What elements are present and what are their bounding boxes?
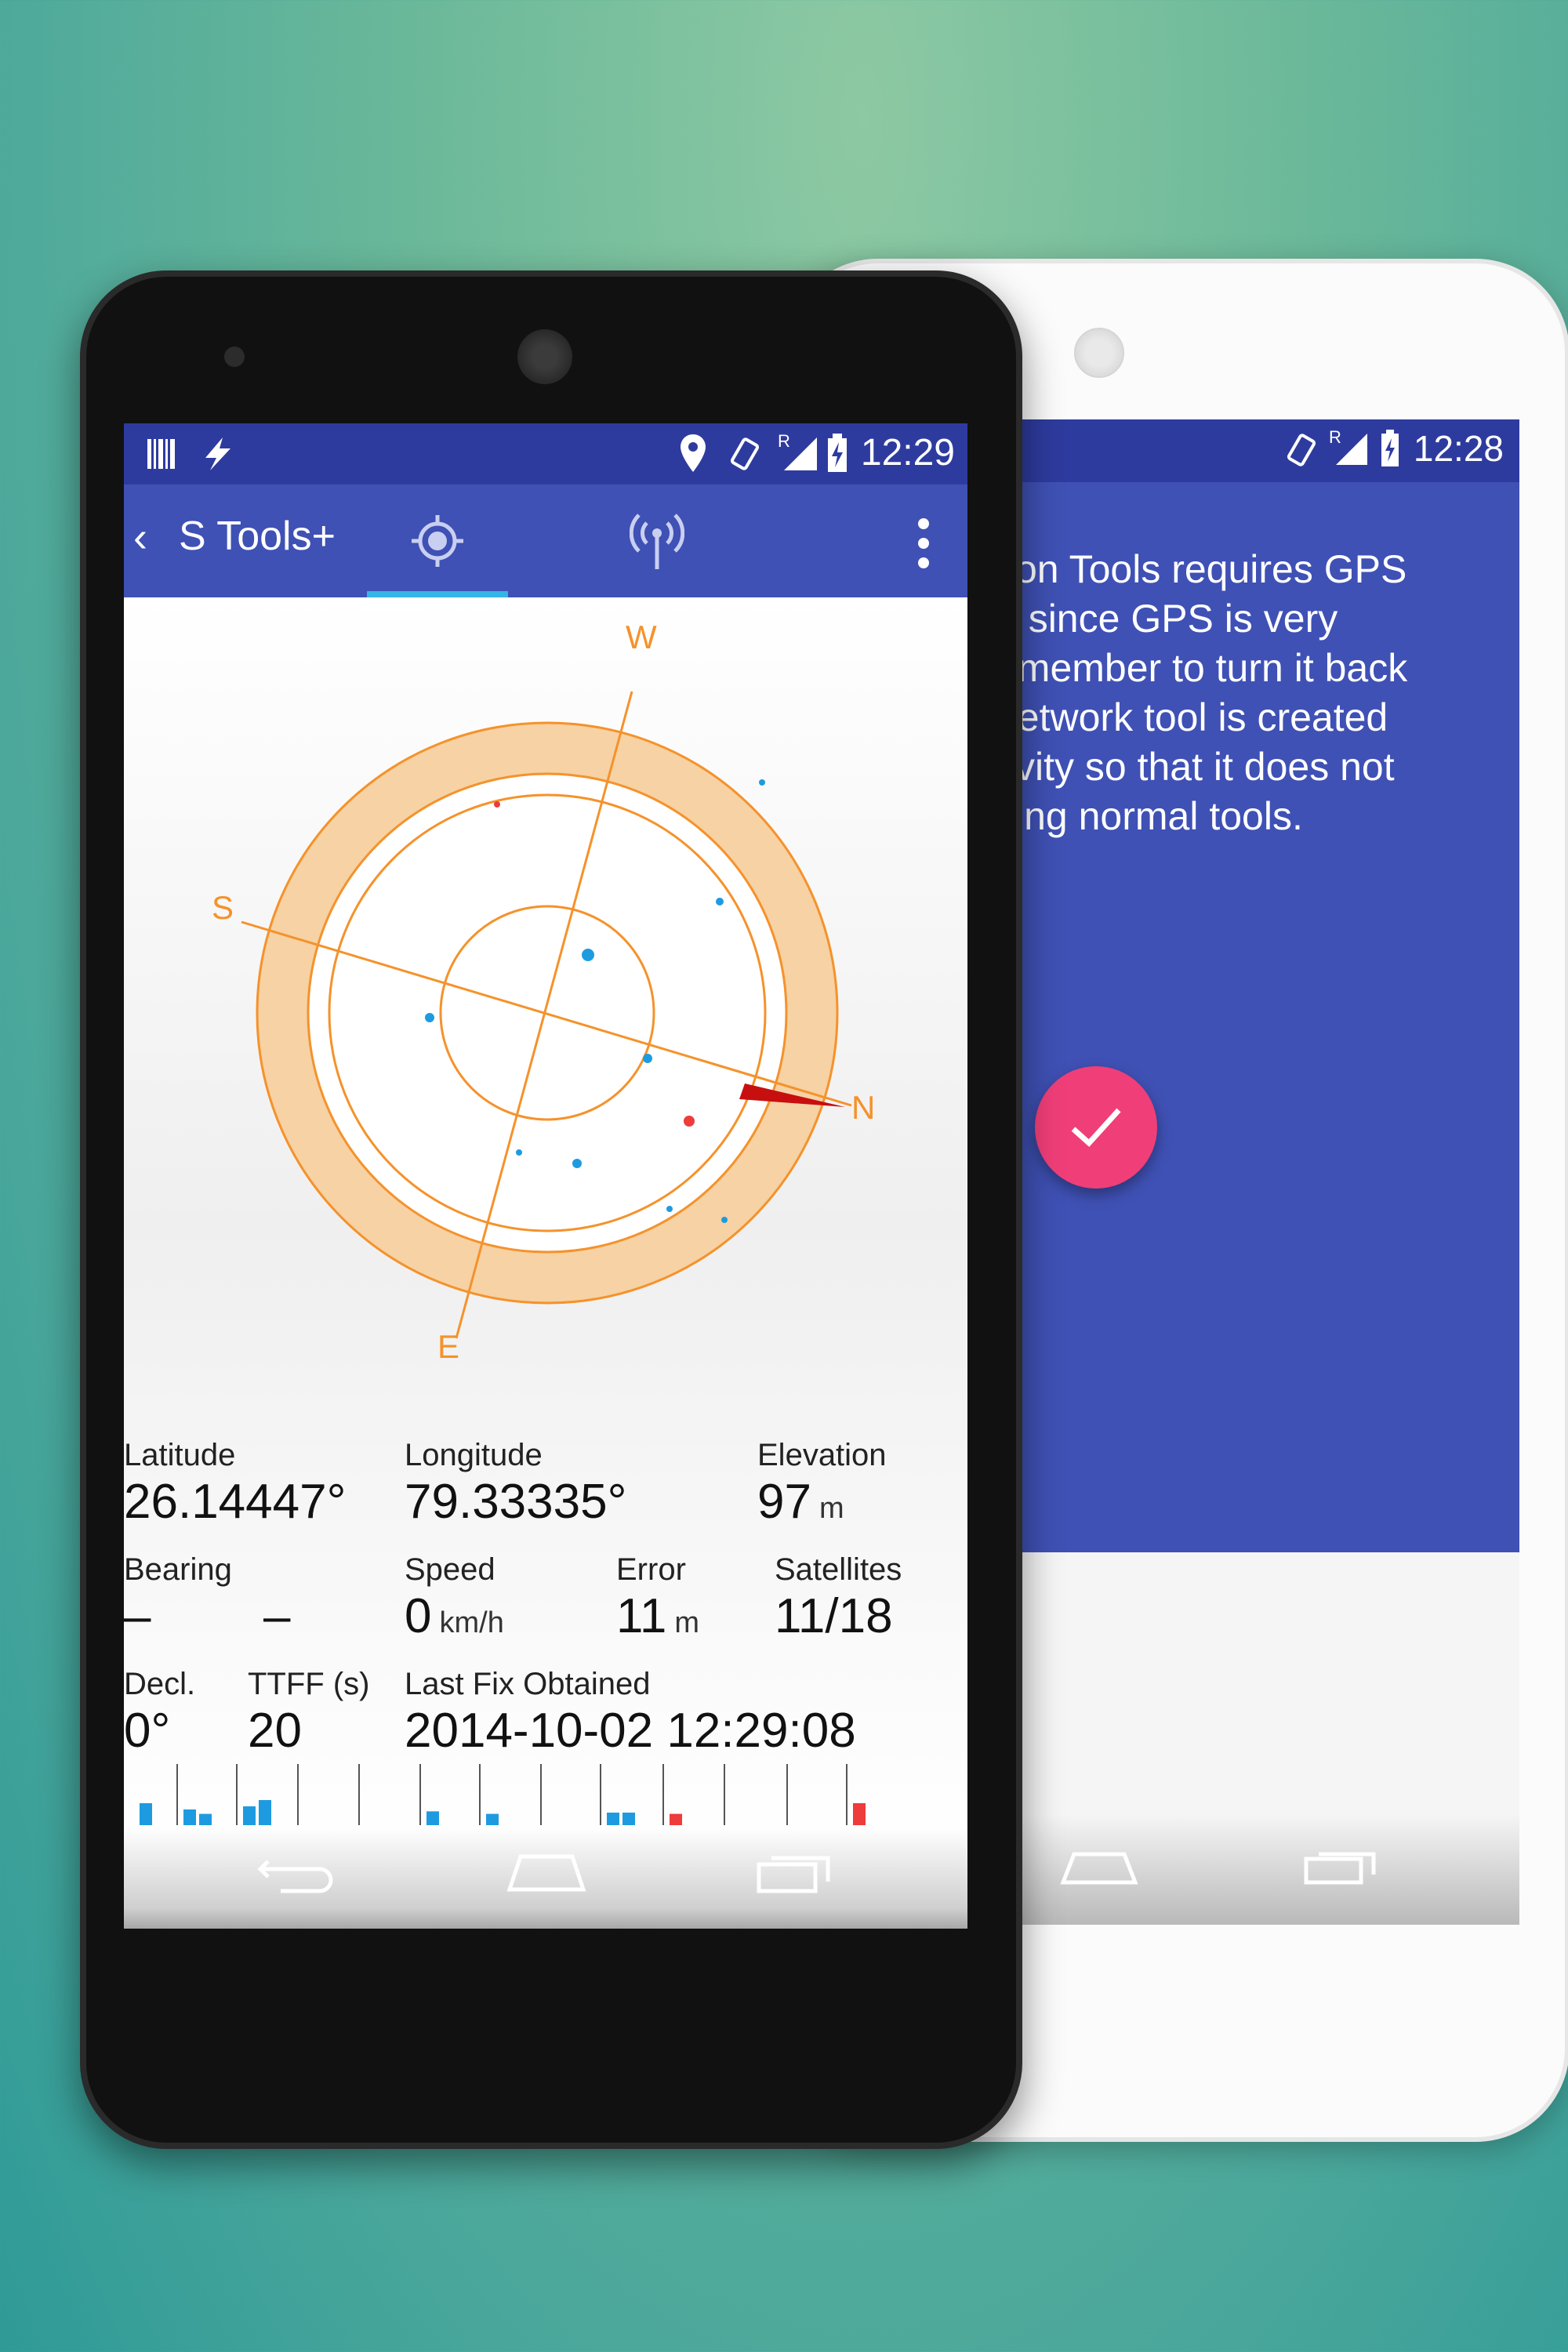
compass-west-label: W xyxy=(626,619,657,655)
satellite-dot xyxy=(516,1149,522,1156)
cell-signal-icon xyxy=(1336,434,1367,465)
satellite-dot xyxy=(721,1217,728,1223)
screen-rotation-icon xyxy=(730,437,760,470)
white-phone-earpiece xyxy=(1074,328,1124,378)
longitude-label: Longitude xyxy=(405,1438,543,1472)
latitude-value: 26.14447° xyxy=(124,1475,347,1529)
speed-label: Speed xyxy=(405,1552,495,1587)
cell-signal-icon xyxy=(784,437,817,470)
overflow-menu-icon[interactable] xyxy=(908,516,939,571)
signal-bar xyxy=(670,1813,682,1825)
back-chevron-icon[interactable]: ‹ xyxy=(133,513,147,561)
last-fix-value: 2014-10-02 12:29:08 xyxy=(405,1704,856,1758)
nav-bar xyxy=(124,1827,967,1929)
barcode-icon xyxy=(147,439,175,469)
recents-button-icon[interactable] xyxy=(754,1846,833,1896)
signal-bar xyxy=(426,1811,439,1825)
satellite-dot xyxy=(494,801,500,808)
satellite-dot xyxy=(666,1206,673,1212)
satellite-dot xyxy=(582,949,594,961)
signal-bar xyxy=(259,1800,271,1825)
signal-bar xyxy=(622,1813,635,1825)
declination-label: Decl. xyxy=(124,1667,196,1701)
satellite-dot xyxy=(759,779,765,786)
status-time: 12:28 xyxy=(1413,428,1504,469)
flash-icon xyxy=(205,437,230,470)
satellites-label: Satellites xyxy=(775,1552,902,1587)
error-value: 11 m xyxy=(616,1589,700,1643)
ttff-value: 20 xyxy=(248,1704,302,1758)
home-button-icon[interactable] xyxy=(505,1847,588,1894)
elevation-label: Elevation xyxy=(757,1438,887,1472)
status-bar: R 12:29 xyxy=(124,423,967,485)
ttff-label: TTFF (s) xyxy=(248,1667,370,1701)
gps-crosshair-icon xyxy=(412,515,463,567)
battery-charging-icon xyxy=(1381,430,1399,466)
tab-signal[interactable] xyxy=(594,485,720,597)
white-nav-bar xyxy=(996,1815,1519,1925)
elevation-value: 97 m xyxy=(757,1475,844,1529)
gps-screen: R 12:29 ‹ S Tools+ W S N E Latitude 26.1… xyxy=(124,423,967,1929)
satellites-value: 11/18 xyxy=(775,1589,893,1643)
active-tab-indicator xyxy=(367,591,508,597)
message-line: emember to turn it back xyxy=(996,646,1408,690)
compass-south-label: S xyxy=(212,889,234,926)
bearing-value: – xyxy=(124,1589,151,1643)
error-label: Error xyxy=(616,1552,686,1587)
message-line: sing normal tools. xyxy=(996,794,1303,838)
speed-value: 0 km/h xyxy=(405,1589,504,1643)
satellite-dot xyxy=(643,1054,652,1063)
declination-value: 0° xyxy=(124,1704,171,1758)
confirm-fab-button[interactable] xyxy=(1035,1066,1157,1189)
app-bar: ‹ S Tools+ xyxy=(124,485,967,597)
signal-bar xyxy=(140,1803,152,1825)
message-line: d since GPS is very xyxy=(996,597,1338,641)
location-pin-icon xyxy=(681,434,706,472)
signal-bar xyxy=(183,1809,196,1825)
app-title[interactable]: S Tools+ xyxy=(179,513,336,560)
status-time: 12:29 xyxy=(860,432,955,474)
white-status-bar: R 12:28 xyxy=(996,419,1519,482)
back-button-icon[interactable] xyxy=(257,1850,336,1897)
latitude-label: Latitude xyxy=(124,1438,236,1472)
compass-north-label: N xyxy=(851,1089,875,1126)
satellite-dot xyxy=(684,1116,695,1127)
signal-bar xyxy=(486,1813,499,1825)
satellite-dot xyxy=(716,898,724,906)
longitude-value: 79.33335° xyxy=(405,1475,627,1529)
message-line: tion Tools requires GPS xyxy=(996,547,1407,591)
black-phone-earpiece xyxy=(517,329,572,384)
front-camera xyxy=(224,347,245,367)
message-line: network tool is created xyxy=(996,695,1388,739)
compass-sky-view: W S N E xyxy=(212,619,875,1365)
screen-rotation-icon xyxy=(1287,434,1316,466)
gps-content: W S N E Latitude 26.14447° Longitude 79.… xyxy=(124,597,967,1852)
bearing-value-secondary: – xyxy=(263,1589,291,1643)
signal-bar xyxy=(243,1806,256,1825)
white-app-panel: tion Tools requires GPS d since GPS is v… xyxy=(996,482,1519,1552)
bearing-label: Bearing xyxy=(124,1552,232,1587)
recents-button-icon[interactable] xyxy=(1301,1843,1380,1887)
antenna-signal-icon xyxy=(630,514,684,569)
tab-gps[interactable] xyxy=(367,485,508,597)
signal-bar xyxy=(199,1813,212,1825)
compass-east-label: E xyxy=(437,1328,459,1365)
satellite-dot xyxy=(425,1013,434,1022)
last-fix-label: Last Fix Obtained xyxy=(405,1667,651,1701)
battery-charging-icon xyxy=(828,434,847,472)
message-line: tivity so that it does not xyxy=(996,745,1395,789)
check-icon xyxy=(1071,1108,1121,1147)
satellite-dot xyxy=(572,1159,582,1168)
home-button-icon[interactable] xyxy=(1058,1846,1140,1887)
signal-bar xyxy=(607,1813,619,1825)
signal-bar xyxy=(853,1803,866,1825)
